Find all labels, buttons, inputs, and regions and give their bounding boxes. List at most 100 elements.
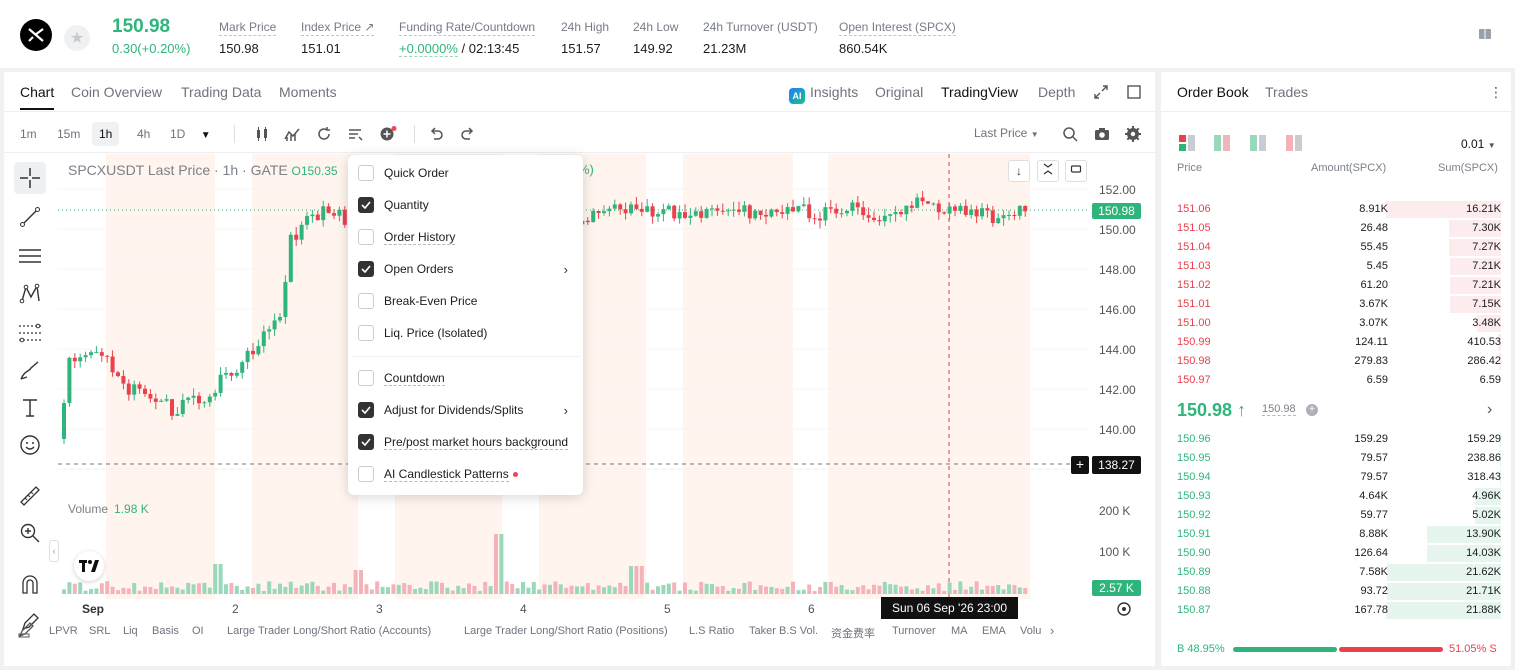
zoom-tool-icon[interactable] xyxy=(14,517,46,549)
indicator-oi[interactable]: OI xyxy=(192,625,204,637)
checkbox[interactable] xyxy=(358,229,374,245)
settings-gear-icon[interactable] xyxy=(1125,126,1141,142)
more-options-icon[interactable]: ⋮ xyxy=(1489,84,1503,101)
ask-row[interactable]: 151.01 3.67K 7.15K xyxy=(1161,295,1511,314)
redo-icon[interactable] xyxy=(460,126,476,142)
timeframe-1d[interactable]: 1D ▼ xyxy=(163,122,218,146)
indicator-taker-vol[interactable]: Taker B.S Vol. xyxy=(749,625,818,637)
tab-chart[interactable]: Chart xyxy=(20,84,55,110)
add-feature-icon[interactable] xyxy=(379,126,397,142)
ask-row[interactable]: 150.98 279.83 286.42 xyxy=(1161,352,1511,371)
favorite-star-icon[interactable]: ★ xyxy=(64,25,90,51)
undo-icon[interactable] xyxy=(428,126,444,142)
pattern-tool-icon[interactable] xyxy=(14,278,46,310)
precision-select[interactable]: 0.01 ▼ xyxy=(1461,137,1496,151)
menu-item-open-orders[interactable]: Open Orders › xyxy=(358,254,578,284)
menu-item-quick-order[interactable]: Quick Order xyxy=(358,158,578,188)
ask-row[interactable]: 151.05 26.48 7.30K xyxy=(1161,219,1511,238)
crosshair-add-icon[interactable]: + xyxy=(1071,456,1089,474)
view-bids-icon[interactable] xyxy=(1250,135,1266,156)
tradingview-logo-icon[interactable] xyxy=(74,551,104,581)
tab-trades[interactable]: Trades xyxy=(1265,84,1308,100)
templates-icon[interactable] xyxy=(347,126,363,142)
bid-row[interactable]: 150.93 4.64K 4.96K xyxy=(1161,487,1511,506)
pen-icon[interactable] xyxy=(18,620,36,643)
menu-item-liq-price[interactable]: Liq. Price (Isolated) xyxy=(358,318,578,348)
horizontal-lines-tool-icon[interactable] xyxy=(14,240,46,272)
checkbox-checked-icon[interactable] xyxy=(358,261,374,277)
stat-funding-rate[interactable]: Funding Rate/Countdown +0.0000% / 02:13:4… xyxy=(399,18,536,57)
tab-original[interactable]: Original xyxy=(875,84,923,100)
camera-icon[interactable] xyxy=(1094,126,1110,142)
collapse-icon[interactable] xyxy=(1037,160,1059,182)
bid-row[interactable]: 150.89 7.58K 21.62K xyxy=(1161,563,1511,582)
bid-row[interactable]: 150.90 126.64 14.03K xyxy=(1161,544,1511,563)
collapse-sidebar-icon[interactable]: ‹ xyxy=(49,540,59,562)
shield-icon[interactable]: + xyxy=(1306,404,1318,416)
ask-row[interactable]: 150.99 124.11 410.53 xyxy=(1161,333,1511,352)
menu-item-order-history[interactable]: Order History xyxy=(358,222,578,252)
indicator-ls-ratio[interactable]: L.S Ratio xyxy=(689,625,734,637)
axis-settings-icon[interactable] xyxy=(1116,601,1132,622)
checkbox[interactable] xyxy=(358,293,374,309)
book-icon[interactable] xyxy=(1478,27,1496,43)
timeframe-1h[interactable]: 1h xyxy=(92,122,120,146)
indicator-ma[interactable]: MA xyxy=(951,625,968,637)
indicator-basis[interactable]: Basis xyxy=(152,625,179,637)
compare-icon[interactable] xyxy=(316,126,332,142)
menu-item-adjust-dividends[interactable]: Adjust for Dividends/Splits › xyxy=(358,395,578,425)
indicator-ema[interactable]: EMA xyxy=(982,625,1006,637)
text-tool-icon[interactable] xyxy=(14,392,46,424)
checkbox[interactable] xyxy=(358,325,374,341)
ask-row[interactable]: 150.97 6.59 6.59 xyxy=(1161,371,1511,390)
checkbox[interactable] xyxy=(358,466,374,482)
timeframe-1m[interactable]: 1m xyxy=(13,122,44,146)
tab-order-book[interactable]: Order Book xyxy=(1177,84,1249,100)
chevron-right-icon[interactable]: › xyxy=(1487,401,1492,419)
candle-type-icon[interactable] xyxy=(254,126,270,142)
menu-item-countdown[interactable]: Countdown xyxy=(358,363,578,393)
fib-tool-icon[interactable] xyxy=(14,317,46,349)
scroll-to-latest-icon[interactable]: ↓ xyxy=(1008,160,1030,182)
ask-row[interactable]: 151.03 5.45 7.21K xyxy=(1161,257,1511,276)
indicator-funding-rate[interactable]: 资金费率 xyxy=(831,625,875,641)
price-axis[interactable]: 152.00 150.00 148.00 146.00 144.00 142.0… xyxy=(1091,154,1151,599)
tab-tradingview[interactable]: TradingView xyxy=(941,84,1018,100)
ask-row[interactable]: 151.06 8.91K 16.21K xyxy=(1161,200,1511,219)
price-source-select[interactable]: Last Price ▼ xyxy=(974,126,1039,140)
indicator-volume[interactable]: Volu xyxy=(1020,625,1041,637)
bid-row[interactable]: 150.95 79.57 238.86 xyxy=(1161,449,1511,468)
scroll-right-icon[interactable]: › xyxy=(1050,623,1054,638)
trendline-tool-icon[interactable] xyxy=(14,201,46,233)
menu-item-prepost-market[interactable]: Pre/post market hours background xyxy=(358,427,578,457)
tab-moments[interactable]: Moments xyxy=(279,84,337,100)
menu-item-quantity[interactable]: Quantity xyxy=(358,190,578,220)
checkbox[interactable] xyxy=(358,165,374,181)
menu-item-break-even[interactable]: Break-Even Price xyxy=(358,286,578,316)
bid-row[interactable]: 150.88 93.72 21.71K xyxy=(1161,582,1511,601)
window-mode-icon[interactable] xyxy=(1127,85,1141,102)
bid-row[interactable]: 150.92 59.77 5.02K xyxy=(1161,506,1511,525)
indicator-srl[interactable]: SRL xyxy=(89,625,110,637)
checkbox-checked-icon[interactable] xyxy=(358,402,374,418)
emoji-tool-icon[interactable] xyxy=(14,429,46,461)
tab-insights[interactable]: AI Insights xyxy=(789,84,858,104)
checkbox-checked-icon[interactable] xyxy=(358,434,374,450)
bid-row[interactable]: 150.87 167.78 21.88K xyxy=(1161,601,1511,620)
indicators-icon[interactable] xyxy=(284,126,300,142)
ruler-tool-icon[interactable] xyxy=(14,480,46,512)
timeframe-15m[interactable]: 15m xyxy=(50,122,87,146)
indicator-turnover[interactable]: Turnover xyxy=(892,625,936,637)
tab-depth[interactable]: Depth xyxy=(1038,84,1075,100)
ask-row[interactable]: 151.02 61.20 7.21K xyxy=(1161,276,1511,295)
stat-mark-price[interactable]: Mark Price 150.98 xyxy=(219,18,277,56)
view-both-icon[interactable] xyxy=(1179,135,1195,156)
bid-row[interactable]: 150.91 8.88K 13.90K xyxy=(1161,525,1511,544)
indicator-lpvr[interactable]: LPVR xyxy=(49,625,78,637)
menu-item-ai-patterns[interactable]: AI Candlestick Patterns xyxy=(358,459,578,489)
bid-row[interactable]: 150.96 159.29 159.29 xyxy=(1161,430,1511,449)
search-icon[interactable] xyxy=(1062,126,1078,142)
tab-trading-data[interactable]: Trading Data xyxy=(181,84,261,100)
indicator-liq[interactable]: Liq xyxy=(123,625,138,637)
bid-row[interactable]: 150.94 79.57 318.43 xyxy=(1161,468,1511,487)
